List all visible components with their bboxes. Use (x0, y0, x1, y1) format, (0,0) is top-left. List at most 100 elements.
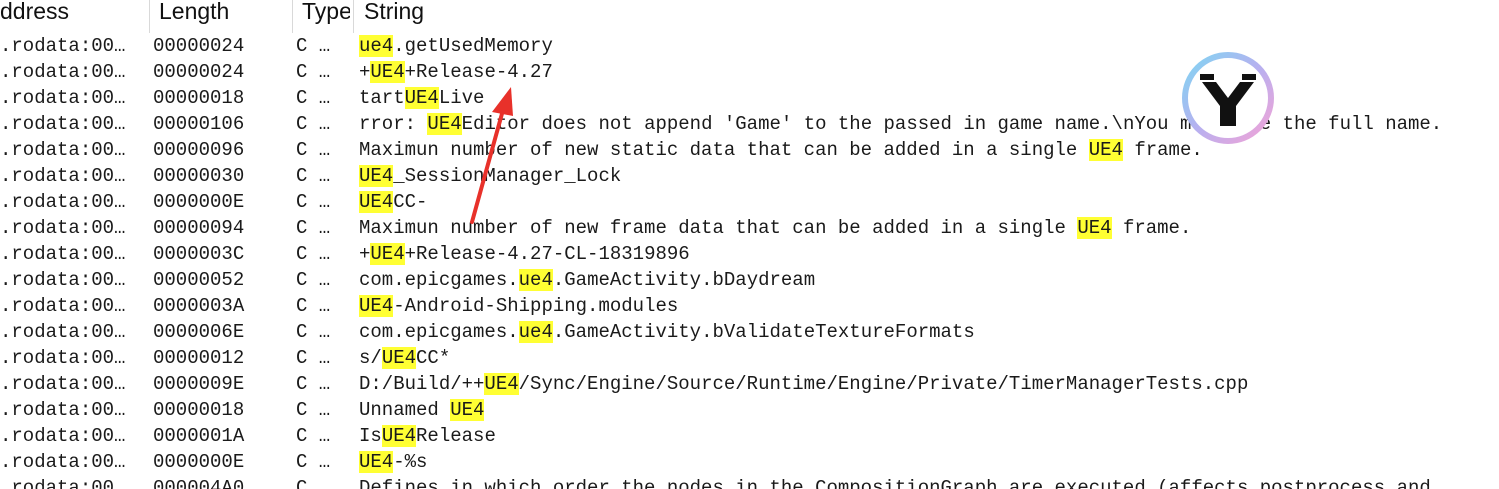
column-header-type[interactable]: Type (302, 0, 350, 33)
string-text: rror: (359, 113, 428, 135)
string-text: Maximun number of new static data that c… (359, 139, 1089, 161)
search-highlight: UE4 (1077, 217, 1112, 239)
column-divider[interactable] (353, 0, 354, 33)
address-cell: .rodata:00… (0, 373, 126, 395)
length-cell: 0000003C (153, 243, 245, 265)
table-row[interactable]: .rodata:00… 000004A0 C … Defines in which o… (0, 475, 1499, 489)
address-cell: .rodata:00… (0, 113, 126, 135)
search-highlight: UE4 (381, 347, 417, 369)
length-cell: 0000000E (153, 191, 245, 213)
string-cell: Unnamed UE4 (359, 397, 1499, 423)
type-cell: C … (296, 477, 331, 489)
string-text: + (359, 243, 371, 265)
table-row[interactable]: .rodata:00… 00000030 C … UE4_SessionManager… (0, 163, 1499, 189)
string-cell: UE4-%s (359, 449, 1499, 475)
table-row[interactable]: .rodata:00… 0000003C C … +UE4+Release-4.27-… (0, 241, 1499, 267)
string-text: CC* (416, 347, 451, 369)
string-text: com.epicgames. (359, 269, 519, 291)
type-cell: C … (296, 399, 331, 421)
string-text: .getUsedMemory (393, 35, 553, 57)
type-cell: C … (296, 139, 331, 161)
column-header: ddress Length Type String (0, 0, 1499, 33)
table-row[interactable]: .rodata:00… 00000012 C … s/UE4CC* (0, 345, 1499, 371)
length-cell: 0000009E (153, 373, 245, 395)
table-row[interactable]: .rodata:00… 0000001A C … IsUE4Release (0, 423, 1499, 449)
length-cell: 00000052 (153, 269, 245, 291)
address-cell: .rodata:00… (0, 269, 126, 291)
address-cell: .rodata:00… (0, 295, 126, 317)
search-highlight: UE4 (359, 451, 394, 473)
length-cell: 0000006E (153, 321, 245, 343)
search-highlight: ue4 (359, 35, 394, 57)
search-highlight: UE4 (404, 87, 439, 109)
address-cell: .rodata:00… (0, 243, 126, 265)
column-header-length[interactable]: Length (159, 0, 289, 33)
string-text: -Android-Shipping.modules (393, 295, 679, 317)
type-cell: C … (296, 269, 331, 291)
search-highlight: UE4 (370, 243, 405, 265)
search-highlight: UE4 (1088, 139, 1123, 161)
search-highlight: UE4 (359, 295, 394, 317)
string-text: +Release-4.27 (404, 61, 553, 83)
search-highlight: ue4 (518, 269, 553, 291)
string-cell: tartUE4Live (359, 85, 1499, 111)
table-row[interactable]: .rodata:00… 00000018 C … Unnamed UE4 (0, 397, 1499, 423)
type-cell: C … (296, 87, 331, 109)
string-cell: Maximun number of new static data that c… (359, 137, 1499, 163)
column-header-string[interactable]: String (364, 0, 664, 33)
length-cell: 00000030 (153, 165, 245, 187)
type-cell: C … (296, 61, 331, 83)
table-row[interactable]: .rodata:00… 0000000E C … UE4-%s (0, 449, 1499, 475)
table-row[interactable]: .rodata:00… 0000003A C … UE4-Android-Shippi… (0, 293, 1499, 319)
address-cell: .rodata:00… (0, 451, 126, 473)
table-row[interactable]: .rodata:00… 00000094 C … Maximun number of … (0, 215, 1499, 241)
string-cell: D:/Build/++UE4/Sync/Engine/Source/Runtim… (359, 371, 1499, 397)
length-cell: 00000024 (153, 61, 245, 83)
address-cell: .rodata:00… (0, 139, 126, 161)
string-text: _SessionManager_Lock (393, 165, 622, 187)
string-text: .GameActivity.bDaydream (552, 269, 816, 291)
search-highlight: UE4 (359, 191, 394, 213)
string-text: .GameActivity.bValidateTextureFormats (552, 321, 975, 343)
string-text: Maximun number of new frame data that ca… (359, 217, 1078, 239)
table-row[interactable]: .rodata:00… 0000009E C … D:/Build/++UE4/Syn… (0, 371, 1499, 397)
string-text: frame. (1111, 217, 1192, 239)
string-cell: UE4_SessionManager_Lock (359, 163, 1499, 189)
string-cell: com.epicgames.ue4.GameActivity.bValidate… (359, 319, 1499, 345)
address-cell: .rodata:00… (0, 35, 126, 57)
address-cell: .rodata:00… (0, 217, 126, 239)
string-text: Unnamed (359, 399, 451, 421)
address-cell: .rodata:00… (0, 399, 126, 421)
string-text: Is (359, 425, 382, 447)
type-cell: C … (296, 373, 331, 395)
type-cell: C … (296, 191, 331, 213)
address-cell: .rodata:00… (0, 61, 126, 83)
string-cell: Defines in which order the nodes in the … (359, 475, 1499, 489)
string-text: Live (438, 87, 485, 109)
length-cell: 0000003A (153, 295, 245, 317)
column-header-address[interactable]: ddress (0, 0, 148, 33)
column-divider[interactable] (149, 0, 150, 33)
address-cell: .rodata:00… (0, 165, 126, 187)
y-logo-icon (1182, 52, 1274, 144)
string-cell: com.epicgames.ue4.GameActivity.bDaydream (359, 267, 1499, 293)
string-text: com.epicgames. (359, 321, 519, 343)
address-cell: .rodata:00… (0, 425, 126, 447)
string-cell: s/UE4CC* (359, 345, 1499, 371)
string-text: tart (359, 87, 405, 109)
column-divider[interactable] (292, 0, 293, 33)
length-cell: 00000018 (153, 87, 245, 109)
search-highlight: UE4 (450, 399, 485, 421)
length-cell: 00000096 (153, 139, 245, 161)
length-cell: 00000106 (153, 113, 245, 135)
table-row[interactable]: .rodata:00… 00000052 C … com.epicgames.ue4.… (0, 267, 1499, 293)
string-text: /Sync/Engine/Source/Runtime/Engine/Priva… (518, 373, 1249, 395)
table-row[interactable]: .rodata:00… 0000006E C … com.epicgames.ue4.… (0, 319, 1499, 345)
address-cell: .rodata:00… (0, 191, 126, 213)
length-cell: 0000001A (153, 425, 245, 447)
type-cell: C … (296, 217, 331, 239)
string-text: Release (416, 425, 496, 447)
type-cell: C … (296, 35, 331, 57)
table-row[interactable]: .rodata:00… 0000000E C … UE4CC- (0, 189, 1499, 215)
address-cell: .rodata:00… (0, 87, 126, 109)
